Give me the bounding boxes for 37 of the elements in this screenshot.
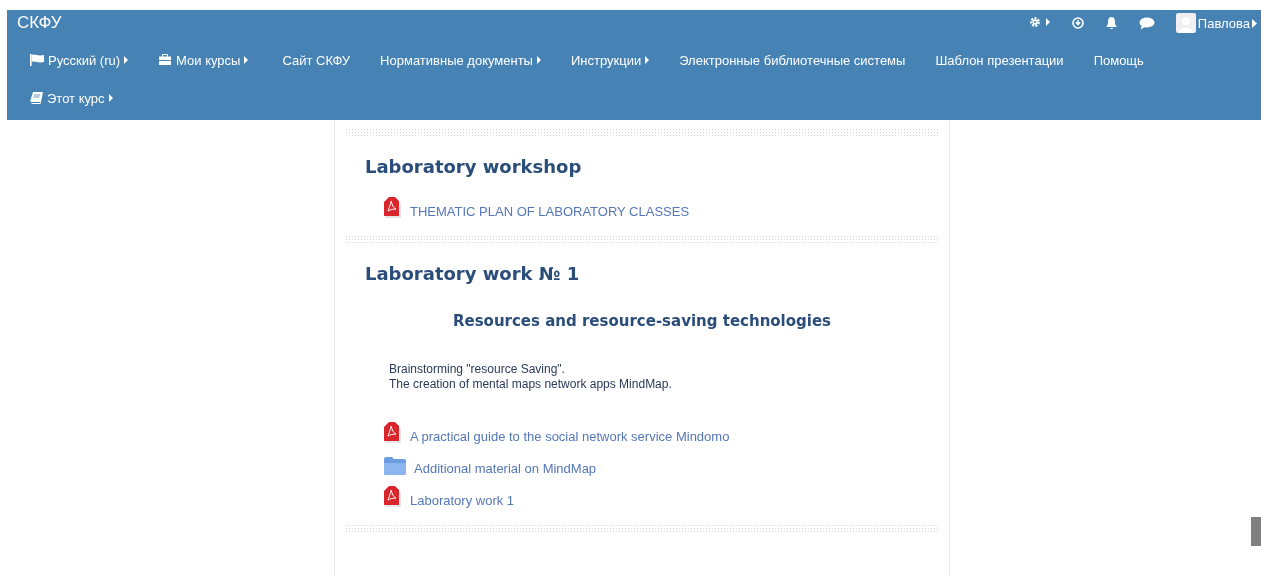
resource-link[interactable]: Additional material on MindMap	[414, 461, 597, 476]
book-icon	[30, 92, 43, 104]
user-menu[interactable]: Павлова	[1197, 15, 1250, 31]
briefcase-icon	[158, 54, 173, 66]
caret-icon	[1252, 18, 1257, 28]
caret-icon	[124, 56, 129, 64]
download-icon[interactable]	[1071, 17, 1084, 29]
menu-dropdown[interactable]: Этот курс	[47, 90, 105, 106]
scrollbar-thumb[interactable]	[1251, 517, 1261, 546]
notification-bell-icon[interactable]	[1104, 16, 1118, 30]
menu-dropdown[interactable]: Нормативные документы	[380, 52, 533, 68]
menu-dropdown[interactable]: Мои курсы	[176, 52, 241, 68]
flag-icon	[30, 54, 44, 66]
site-title[interactable]: СКФУ	[17, 13, 62, 33]
resource-link[interactable]: A practical guide to the social network service Mindomo	[410, 429, 730, 444]
chat-bubble-icon[interactable]	[1138, 16, 1155, 30]
pdf-file-icon	[383, 197, 403, 219]
menu-link[interactable]: Шаблон презентации	[935, 52, 1064, 68]
avatar-icon[interactable]	[1175, 13, 1196, 33]
language-menu[interactable]: Русский (ru)	[48, 52, 121, 68]
caret-icon	[536, 56, 541, 64]
menu-link[interactable]: Помощь	[1093, 52, 1144, 68]
section-description: Brainstorming "resource Saving". The creation of mental maps network apps MindMap.	[389, 362, 673, 392]
pdf-file-icon	[383, 486, 403, 508]
section-title: Laboratory workshop	[365, 156, 583, 177]
resource-link[interactable]: THEMATIC PLAN OF LABORATORY CLASSES	[410, 204, 690, 219]
caret-icon	[244, 56, 249, 64]
caret-icon	[108, 94, 113, 102]
section-subtitle: Resources and resource-saving technologies	[451, 312, 833, 330]
section-title: Laboratory work № 1	[365, 263, 581, 284]
menu-link[interactable]: Сайт СКФУ	[282, 52, 351, 68]
pdf-file-icon	[383, 422, 403, 444]
caret-icon	[645, 56, 650, 64]
menu-link[interactable]: Электронные библиотечные системы	[679, 52, 906, 68]
menu-dropdown[interactable]: Инструкции	[570, 52, 642, 68]
folder-icon	[383, 456, 407, 476]
resource-link[interactable]: Laboratory work 1	[410, 493, 515, 508]
